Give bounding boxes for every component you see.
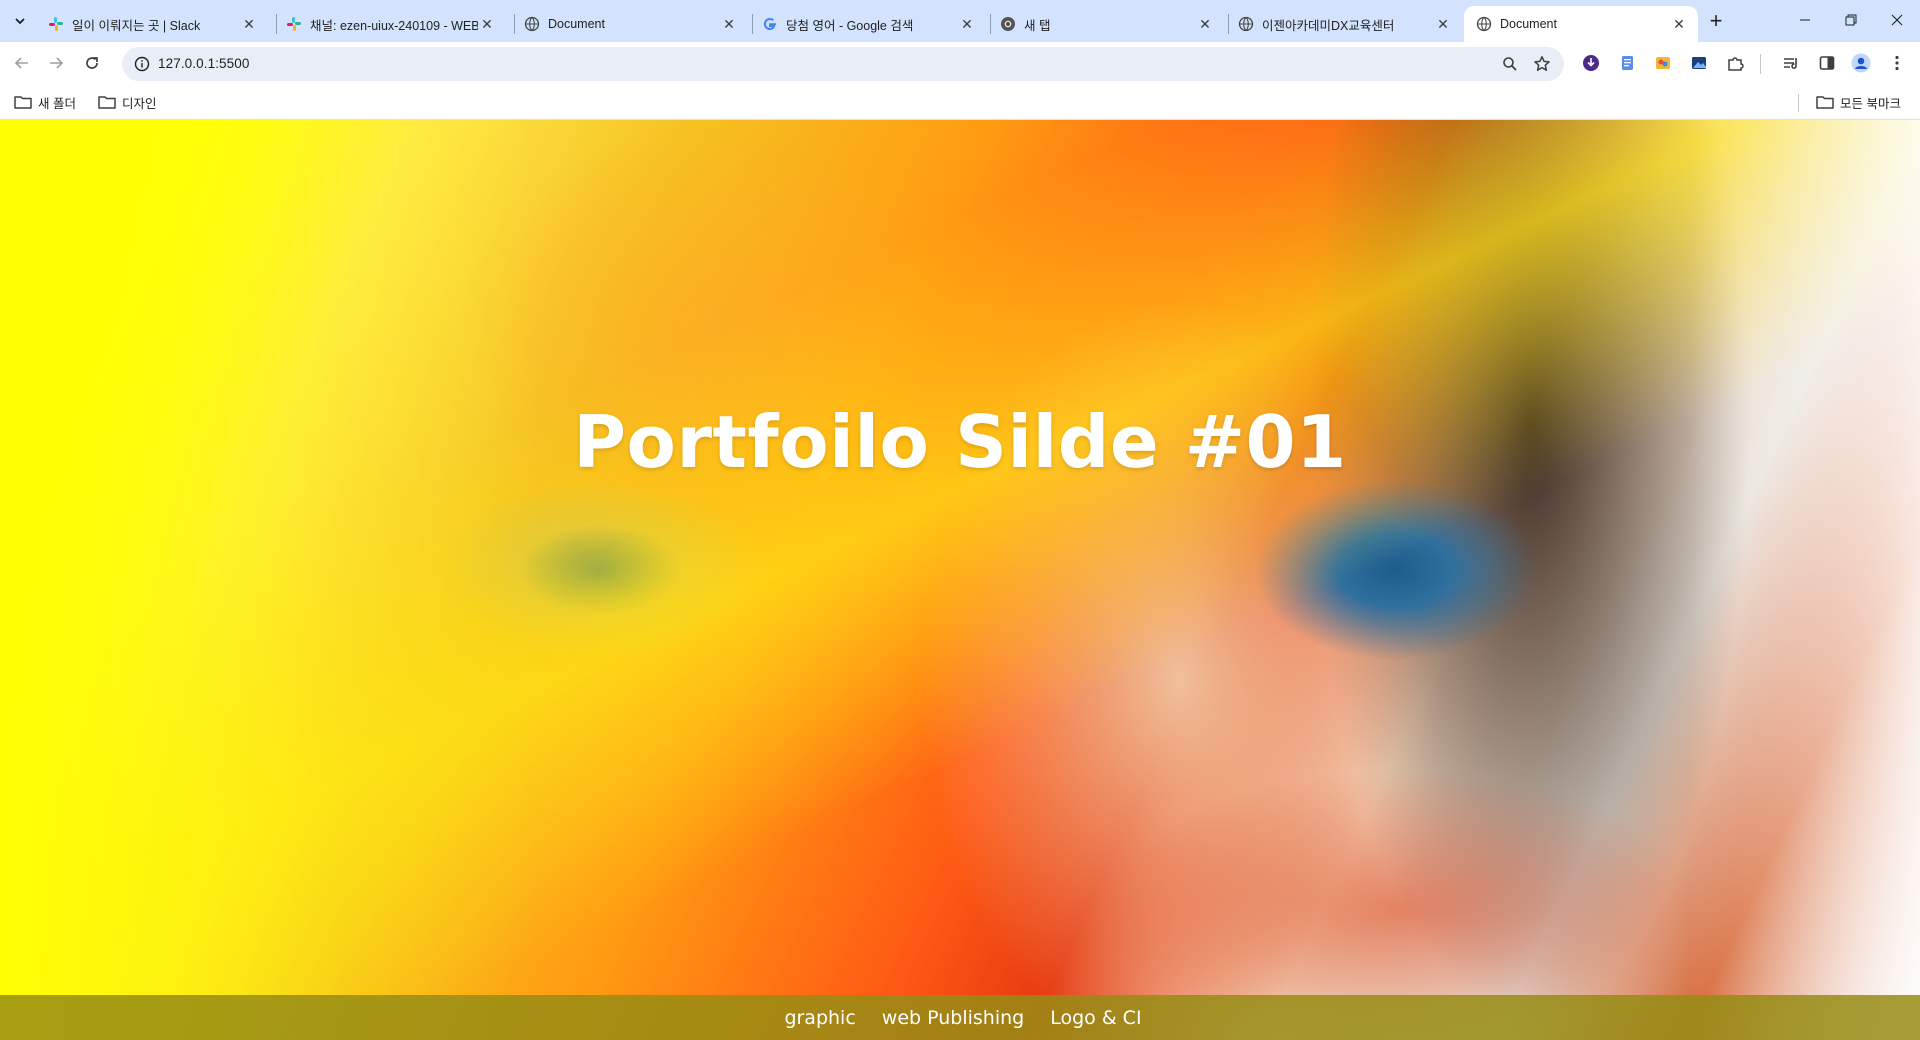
tab-document-1[interactable]: Document ✕: [512, 6, 748, 42]
arrow-left-icon: [14, 57, 28, 69]
bookmark-star-icon[interactable]: [1530, 52, 1554, 76]
new-tab-button[interactable]: +: [1702, 8, 1730, 34]
extension-image-icon[interactable]: [1688, 52, 1710, 74]
folder-icon: [14, 94, 32, 110]
tab-google-search[interactable]: 당첨 영어 - Google 검색 ✕: [750, 6, 986, 42]
reload-icon: [86, 57, 98, 69]
portfolio-nav: graphic web Publishing Logo & CI: [0, 995, 1920, 1040]
close-icon[interactable]: ✕: [958, 15, 976, 33]
close-icon[interactable]: ✕: [1434, 15, 1452, 33]
menu-kebab-icon[interactable]: [1886, 52, 1908, 74]
plus-icon: +: [1709, 8, 1723, 33]
side-panel-icon[interactable]: [1816, 52, 1838, 74]
arrow-right-icon: [50, 57, 64, 69]
bookmarks-bar: 새 폴더 디자인 모든 북마크: [0, 84, 1920, 120]
tab-title: 당첨 영어 - Google 검색: [786, 18, 914, 33]
address-bar[interactable]: 127.0.0.1:5500: [122, 47, 1564, 81]
google-icon: [762, 16, 778, 32]
close-icon[interactable]: ✕: [1670, 15, 1688, 33]
bookmark-folder-design[interactable]: 디자인: [92, 90, 163, 114]
forward-button[interactable]: [40, 47, 72, 79]
tab-strip: 일이 이뤄지는 곳 | Slack ✕ 채널: ezen-uiux-240109…: [0, 0, 1920, 42]
info-icon[interactable]: [132, 54, 152, 74]
globe-icon: [1238, 16, 1254, 32]
profile-avatar-icon[interactable]: [1850, 52, 1872, 74]
extension-download-icon[interactable]: [1580, 52, 1602, 74]
close-icon[interactable]: ✕: [478, 15, 496, 33]
tab-title: Document: [548, 17, 605, 31]
bookmark-folder-new[interactable]: 새 폴더: [8, 90, 82, 114]
tab-search-button[interactable]: [6, 8, 34, 34]
browser-toolbar: 127.0.0.1:5500: [0, 42, 1920, 84]
folder-icon: [98, 94, 116, 110]
extension-docs-icon[interactable]: [1616, 52, 1638, 74]
extension-color-icon[interactable]: [1652, 52, 1674, 74]
chevron-down-icon: [15, 18, 25, 25]
close-icon[interactable]: ✕: [1196, 15, 1214, 33]
tab-document-active[interactable]: Document ✕: [1464, 6, 1698, 42]
slack-icon: [286, 16, 302, 32]
bookmark-label: 새 폴더: [38, 96, 76, 111]
tab-title: 일이 이뤄지는 곳 | Slack: [72, 18, 201, 33]
restore-button[interactable]: [1828, 0, 1874, 40]
minimize-button[interactable]: [1782, 0, 1828, 40]
bookmark-divider: [1798, 94, 1799, 112]
all-bookmarks-button[interactable]: 모든 북마크: [1810, 90, 1907, 114]
nav-link-logo-ci[interactable]: Logo & CI: [1050, 1007, 1141, 1029]
restore-icon: [1845, 14, 1857, 26]
nav-link-web-publishing[interactable]: web Publishing: [882, 1007, 1024, 1029]
tab-title: 채널: ezen-uiux-240109 - WEB: [310, 18, 478, 33]
media-control-icon[interactable]: [1780, 52, 1802, 74]
hero-section: Portfoilo Silde #01 graphic web Publishi…: [0, 120, 1920, 1040]
hero-title: Portfoilo Silde #01: [573, 400, 1347, 484]
folder-icon: [1816, 94, 1834, 110]
back-button[interactable]: [6, 47, 38, 79]
all-bookmarks-label: 모든 북마크: [1840, 96, 1901, 111]
url-text[interactable]: 127.0.0.1:5500: [158, 56, 249, 71]
zoom-icon[interactable]: [1498, 52, 1522, 76]
tab-ezen-academy[interactable]: 이젠아카데미DX교육센터 ✕: [1226, 6, 1462, 42]
tab-title: 새 탭: [1024, 18, 1051, 33]
close-icon[interactable]: ✕: [720, 15, 738, 33]
close-window-button[interactable]: [1874, 0, 1920, 40]
tab-new-tab[interactable]: 새 탭 ✕: [988, 6, 1224, 42]
minimize-icon: [1800, 19, 1810, 21]
nav-link-graphic[interactable]: graphic: [784, 1007, 855, 1029]
chrome-icon: [1000, 16, 1016, 32]
tab-title: Document: [1500, 17, 1557, 31]
puzzle-icon[interactable]: [1724, 52, 1746, 74]
tab-slack-2[interactable]: 채널: ezen-uiux-240109 - WEB ✕: [274, 6, 506, 42]
tab-slack-1[interactable]: 일이 이뤄지는 곳 | Slack ✕: [36, 6, 268, 42]
toolbar-divider: [1760, 54, 1761, 74]
bookmark-label: 디자인: [122, 96, 157, 111]
globe-icon: [1476, 16, 1492, 32]
tab-title: 이젠아카데미DX교육센터: [1262, 18, 1395, 33]
slack-icon: [48, 16, 64, 32]
globe-icon: [524, 16, 540, 32]
close-icon[interactable]: ✕: [240, 15, 258, 33]
close-icon: [1891, 14, 1903, 26]
reload-button[interactable]: [76, 47, 108, 79]
